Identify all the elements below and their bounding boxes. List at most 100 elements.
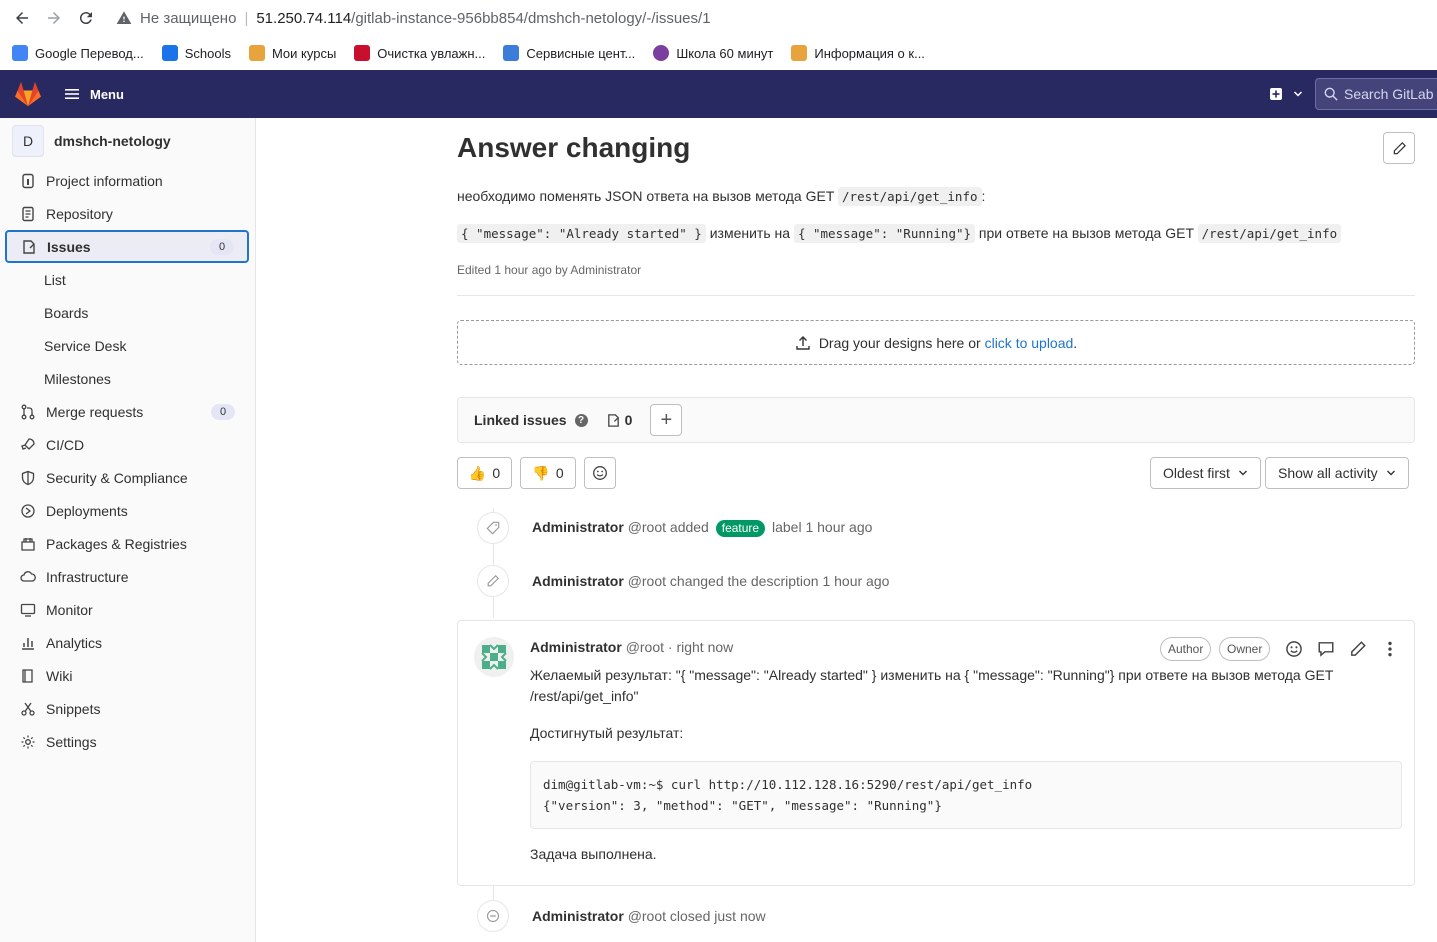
sidebar-item-label: Snippets bbox=[46, 700, 101, 717]
sidebar-item-label: Wiki bbox=[46, 667, 73, 684]
doc-icon bbox=[22, 206, 34, 221]
course-icon bbox=[248, 45, 265, 61]
bookmark-google-translate[interactable]: Google Перевод... bbox=[12, 45, 144, 61]
circle-logo-icon bbox=[653, 45, 670, 61]
reload-icon bbox=[79, 12, 92, 25]
add-reaction-icon[interactable] bbox=[1285, 640, 1303, 658]
url-separator: | bbox=[244, 9, 249, 27]
note-body: label 1 hour ago bbox=[771, 519, 873, 535]
divider bbox=[457, 295, 1415, 296]
sidebar-item-security-compliance[interactable]: Security & Compliance bbox=[0, 461, 255, 494]
note-author[interactable]: Administrator bbox=[532, 573, 624, 589]
activity-filter-label: Show all activity bbox=[1278, 465, 1378, 481]
desc-code: /rest/api/get_info bbox=[1197, 224, 1342, 243]
chevron-down-icon bbox=[1238, 470, 1247, 476]
click-to-upload-link[interactable]: click to upload bbox=[985, 335, 1074, 351]
comment-line: Желаемый результат: "{ "message": "Alrea… bbox=[530, 667, 1334, 683]
add-reaction-button[interactable] bbox=[584, 457, 616, 489]
linked-issues-title: Linked issues bbox=[474, 412, 567, 428]
sidebar-item-deployments[interactable]: Deployments bbox=[0, 494, 255, 527]
feature-label-badge[interactable]: feature bbox=[715, 520, 766, 537]
bookmark-school-60[interactable]: Школа 60 минут bbox=[653, 45, 773, 61]
sidebar-item-service-desk[interactable]: Service Desk bbox=[0, 329, 255, 362]
sidebar-item-issues[interactable]: Issues 0 bbox=[5, 230, 249, 263]
monitor-icon bbox=[20, 603, 36, 617]
sidebar-item-repository[interactable]: Repository bbox=[0, 197, 255, 230]
bookmark-cleaning[interactable]: Очистка увлажн... bbox=[354, 45, 485, 61]
sidebar-item-monitor[interactable]: Monitor bbox=[0, 593, 255, 626]
bookmark-my-courses[interactable]: Мои курсы bbox=[248, 45, 336, 61]
smiley-icon bbox=[593, 466, 607, 480]
avatar[interactable] bbox=[474, 637, 514, 677]
new-dropdown-button[interactable] bbox=[1269, 87, 1303, 101]
sidebar-item-packages-registries[interactable]: Packages & Registries bbox=[0, 527, 255, 560]
sidebar-item-label: CI/CD bbox=[46, 436, 85, 453]
thumbs-up-button[interactable]: 👍 0 bbox=[457, 457, 512, 489]
more-actions-icon[interactable] bbox=[1381, 640, 1399, 658]
edit-title-button[interactable] bbox=[1383, 132, 1415, 164]
reactions-row: 👍 0 👎 0 Oldest first Show all activity bbox=[457, 457, 1415, 489]
arrow-left-icon bbox=[16, 12, 28, 24]
bookmark-info[interactable]: Информация о к... bbox=[791, 45, 925, 61]
thumbs-down-button[interactable]: 👎 0 bbox=[520, 457, 576, 489]
help-icon[interactable]: ? bbox=[574, 413, 588, 427]
sidebar-item-boards[interactable]: Boards bbox=[0, 296, 255, 329]
sidebar-item-merge-requests[interactable]: Merge requests 0 bbox=[0, 395, 255, 428]
sidebar-item-settings[interactable]: Settings bbox=[0, 725, 255, 758]
plus-square-icon bbox=[1270, 88, 1282, 100]
upload-icon bbox=[796, 335, 810, 350]
url-host: 51.250.74.114 bbox=[256, 9, 352, 27]
reply-icon[interactable] bbox=[1317, 640, 1335, 658]
edit-comment-icon[interactable] bbox=[1349, 640, 1367, 658]
sidebar-item-snippets[interactable]: Snippets bbox=[0, 692, 255, 725]
edited-info: Edited 1 hour ago by Administrator bbox=[457, 263, 642, 277]
bookmark-label: Очистка увлажн... bbox=[377, 45, 486, 61]
thumbs-down-count: 0 bbox=[555, 465, 564, 481]
issues-count-badge: 0 bbox=[210, 238, 234, 255]
course-icon bbox=[791, 45, 808, 61]
sidebar-item-infrastructure[interactable]: Infrastructure bbox=[0, 560, 255, 593]
note-body: @root added bbox=[627, 519, 709, 535]
search-input[interactable]: Search GitLab bbox=[1315, 78, 1437, 110]
note-text: Administrator @root changed the descript… bbox=[532, 573, 889, 589]
forward-button[interactable] bbox=[38, 0, 70, 36]
arrow-right-icon bbox=[48, 12, 60, 24]
sidebar-item-label: Settings bbox=[46, 733, 97, 750]
bookmark-service-centers[interactable]: Сервисные цент... bbox=[503, 45, 635, 61]
linked-count-value: 0 bbox=[624, 412, 633, 428]
search-placeholder: Search GitLab bbox=[1344, 86, 1434, 102]
author-badge: Author bbox=[1160, 637, 1212, 661]
gitlab-logo-icon[interactable] bbox=[14, 81, 42, 107]
project-header[interactable]: D dmshch-netology bbox=[0, 118, 255, 164]
sidebar-item-milestones[interactable]: Milestones bbox=[0, 362, 255, 395]
menu-button[interactable]: Menu bbox=[64, 86, 124, 102]
bookmark-label: Сервисные цент... bbox=[526, 45, 636, 61]
merge-requests-count-badge: 0 bbox=[211, 403, 235, 420]
search-icon bbox=[1324, 87, 1338, 101]
activity-filter-dropdown[interactable]: Show all activity bbox=[1265, 457, 1409, 489]
linked-issues-panel: Linked issues ? 0 + bbox=[457, 397, 1415, 443]
reload-button[interactable] bbox=[70, 0, 102, 36]
sidebar-item-wiki[interactable]: Wiki bbox=[0, 659, 255, 692]
thumbs-up-count: 0 bbox=[492, 465, 501, 481]
note-author[interactable]: Administrator bbox=[532, 908, 624, 924]
desc-text: при ответе на вызов метода GET bbox=[978, 225, 1194, 241]
dropzone-text: Drag your designs here or bbox=[818, 334, 981, 351]
comment-author[interactable]: Administrator bbox=[530, 639, 622, 655]
sidebar-item-ci-cd[interactable]: CI/CD bbox=[0, 428, 255, 461]
comment-note: Administrator @root · right now Author O… bbox=[457, 620, 1415, 886]
add-linked-issue-button[interactable]: + bbox=[650, 404, 683, 436]
sort-dropdown[interactable]: Oldest first bbox=[1150, 457, 1261, 489]
chevron-down-icon bbox=[1293, 91, 1303, 97]
issue-description-line-2: { "message": "Already started" } изменит… bbox=[457, 224, 1342, 243]
note-text: Administrator @root added feature label … bbox=[532, 519, 872, 537]
address-bar[interactable]: Не защищено | 51.250.74.114 /gitlab-inst… bbox=[116, 10, 711, 27]
back-button[interactable] bbox=[6, 0, 38, 36]
note-author[interactable]: Administrator bbox=[532, 519, 624, 535]
bookmark-schools[interactable]: Schools bbox=[161, 45, 231, 61]
pencil-icon bbox=[1393, 141, 1406, 154]
design-upload-dropzone[interactable]: Drag your designs here or click to uploa… bbox=[457, 320, 1415, 365]
sidebar-item-project-information[interactable]: Project information bbox=[0, 164, 255, 197]
sidebar-item-list[interactable]: List bbox=[0, 263, 255, 296]
sidebar-item-analytics[interactable]: Analytics bbox=[0, 626, 255, 659]
